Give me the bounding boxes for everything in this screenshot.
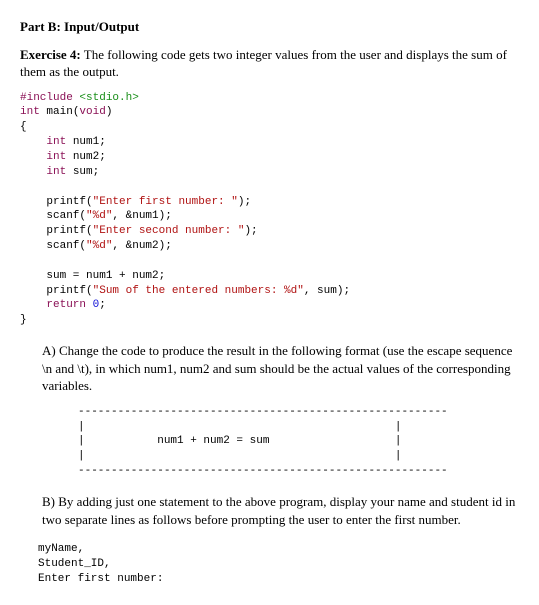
output-line: | num1 + num2 = sum | [78, 435, 401, 447]
part-a: A) Change the code to produce the result… [42, 342, 519, 479]
code-token: , sum); [304, 285, 350, 297]
code-token: main( [40, 106, 80, 118]
code-token: scanf( [20, 240, 86, 252]
output-line: | | [78, 450, 401, 462]
code-token: { [20, 121, 27, 133]
output-line: | | [78, 421, 401, 433]
output-line: ----------------------------------------… [78, 465, 448, 477]
code-block: #include <stdio.h> int main(void) { int … [20, 91, 519, 329]
code-token: printf( [20, 285, 93, 297]
sample-line: Student_ID, [38, 558, 111, 570]
code-token: num1; [66, 136, 106, 148]
code-token: int [46, 151, 66, 163]
code-token: num2; [66, 151, 106, 163]
code-token: ; [99, 299, 106, 311]
code-token: printf( [20, 225, 93, 237]
code-token: } [20, 314, 27, 326]
code-token: "%d" [86, 240, 112, 252]
sample-line: myName, [38, 543, 84, 555]
part-a-text: Change the code to produce the result in… [42, 343, 512, 393]
code-token: ); [238, 196, 251, 208]
code-token: "Enter first number: " [93, 196, 238, 208]
exercise-label: Exercise 4: [20, 47, 81, 62]
code-token: <stdio.h> [79, 92, 138, 104]
part-b-text: By adding just one statement to the abov… [42, 494, 515, 527]
code-token: sum = num1 + num2; [20, 270, 165, 282]
code-token [86, 299, 93, 311]
code-token: int [20, 106, 40, 118]
part-a-label: A) [42, 343, 56, 358]
code-token: scanf( [20, 210, 86, 222]
sample-output: myName, Student_ID, Enter first number: [38, 542, 519, 587]
exercise-prompt: Exercise 4: The following code gets two … [20, 46, 519, 81]
exercise-text: The following code gets two integer valu… [20, 47, 507, 80]
code-token: void [79, 106, 105, 118]
code-token: printf( [20, 196, 93, 208]
code-token: ); [244, 225, 257, 237]
code-token: , &num1); [112, 210, 171, 222]
code-token: ) [106, 106, 113, 118]
code-token: , &num2); [112, 240, 171, 252]
code-token: "Sum of the entered numbers: %d" [93, 285, 304, 297]
code-token: return [46, 299, 86, 311]
part-b: B) By adding just one statement to the a… [42, 493, 519, 528]
code-token: "Enter second number: " [93, 225, 245, 237]
code-token: #include [20, 92, 73, 104]
code-token: int [46, 136, 66, 148]
expected-output-box: ----------------------------------------… [78, 405, 519, 479]
sample-line: Enter first number: [38, 573, 163, 585]
part-b-label: B) [42, 494, 55, 509]
section-heading: Part B: Input/Output [20, 18, 519, 36]
output-line: ----------------------------------------… [78, 406, 448, 418]
code-token: "%d" [86, 210, 112, 222]
code-token: sum; [66, 166, 99, 178]
code-token: int [46, 166, 66, 178]
